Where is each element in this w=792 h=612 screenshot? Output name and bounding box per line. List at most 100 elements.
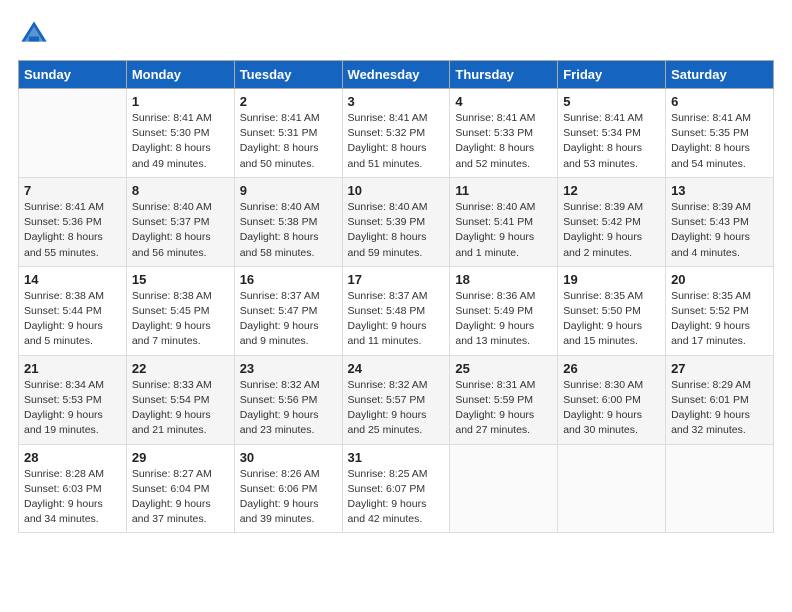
day-cell: 11Sunrise: 8:40 AM Sunset: 5:41 PM Dayli… [450,177,558,266]
col-header-monday: Monday [126,61,234,89]
day-cell: 19 Sunrise: 8:35 AM Sunset: 5:50 PM Dayli… [558,266,666,355]
day-number: 23 [240,361,337,376]
day-info: Sunrise: 8:41 AM Sunset: 5:32 PM Dayligh… [348,111,445,172]
day-number: 3 [348,94,445,109]
day-info: Sunrise: 8:39 AM Sunset: 5:42 PM Dayligh… [563,200,660,261]
day-info: Sunrise: 8:40 AM Sunset: 5:38 PM Dayligh… [240,200,337,261]
day-cell: 3 Sunrise: 8:41 AM Sunset: 5:32 PM Daylig… [342,89,450,178]
page: SundayMondayTuesdayWednesdayThursdayFrid… [0,0,792,612]
day-info: Sunrise: 8:34 AM Sunset: 5:53 PM Dayligh… [24,378,121,439]
day-number: 1 [132,94,229,109]
day-info: Sunrise: 8:35 AM Sunset: 5:50 PM Dayligh… [563,289,660,350]
day-number: 10 [348,183,445,198]
day-info: Sunrise: 8:41 AM Sunset: 5:36 PM Dayligh… [24,200,121,261]
day-cell: 2 Sunrise: 8:41 AM Sunset: 5:31 PM Daylig… [234,89,342,178]
day-info: Sunrise: 8:39 AM Sunset: 5:43 PM Dayligh… [671,200,768,261]
day-number: 21 [24,361,121,376]
day-cell: 20 Sunrise: 8:35 AM Sunset: 5:52 PM Dayli… [666,266,774,355]
day-cell: 18 Sunrise: 8:36 AM Sunset: 5:49 PM Dayli… [450,266,558,355]
day-cell: 28Sunrise: 8:28 AM Sunset: 6:03 PM Dayli… [19,444,127,533]
day-number: 24 [348,361,445,376]
day-info: Sunrise: 8:38 AM Sunset: 5:44 PM Dayligh… [24,289,121,350]
day-number: 16 [240,272,337,287]
day-number: 20 [671,272,768,287]
day-cell: 14 Sunrise: 8:38 AM Sunset: 5:44 PM Dayli… [19,266,127,355]
day-number: 19 [563,272,660,287]
day-cell: 10 Sunrise: 8:40 AM Sunset: 5:39 PM Dayli… [342,177,450,266]
day-cell: 13 Sunrise: 8:39 AM Sunset: 5:43 PM Dayli… [666,177,774,266]
day-cell [558,444,666,533]
day-cell: 17 Sunrise: 8:37 AM Sunset: 5:48 PM Dayli… [342,266,450,355]
logo [18,18,54,50]
col-header-saturday: Saturday [666,61,774,89]
day-number: 5 [563,94,660,109]
day-cell: 23 Sunrise: 8:32 AM Sunset: 5:56 PM Dayli… [234,355,342,444]
day-number: 9 [240,183,337,198]
day-info: Sunrise: 8:37 AM Sunset: 5:47 PM Dayligh… [240,289,337,350]
day-info: Sunrise: 8:41 AM Sunset: 5:35 PM Dayligh… [671,111,768,172]
week-row-4: 21 Sunrise: 8:34 AM Sunset: 5:53 PM Dayli… [19,355,774,444]
header-row: SundayMondayTuesdayWednesdayThursdayFrid… [19,61,774,89]
week-row-5: 28Sunrise: 8:28 AM Sunset: 6:03 PM Dayli… [19,444,774,533]
day-info: Sunrise: 8:40 AM Sunset: 5:39 PM Dayligh… [348,200,445,261]
day-cell: 16 Sunrise: 8:37 AM Sunset: 5:47 PM Dayli… [234,266,342,355]
day-number: 4 [455,94,552,109]
day-cell: 29Sunrise: 8:27 AM Sunset: 6:04 PM Dayli… [126,444,234,533]
day-number: 12 [563,183,660,198]
header [18,18,774,50]
day-cell: 8 Sunrise: 8:40 AM Sunset: 5:37 PM Daylig… [126,177,234,266]
calendar-table: SundayMondayTuesdayWednesdayThursdayFrid… [18,60,774,533]
day-info: Sunrise: 8:28 AM Sunset: 6:03 PM Dayligh… [24,467,121,528]
col-header-friday: Friday [558,61,666,89]
day-cell: 15Sunrise: 8:38 AM Sunset: 5:45 PM Dayli… [126,266,234,355]
day-cell: 31 Sunrise: 8:25 AM Sunset: 6:07 PM Dayli… [342,444,450,533]
day-number: 8 [132,183,229,198]
day-info: Sunrise: 8:26 AM Sunset: 6:06 PM Dayligh… [240,467,337,528]
col-header-wednesday: Wednesday [342,61,450,89]
day-cell: 22 Sunrise: 8:33 AM Sunset: 5:54 PM Dayli… [126,355,234,444]
col-header-sunday: Sunday [19,61,127,89]
day-number: 31 [348,450,445,465]
day-cell: 7 Sunrise: 8:41 AM Sunset: 5:36 PM Daylig… [19,177,127,266]
day-cell: 5Sunrise: 8:41 AM Sunset: 5:34 PM Daylig… [558,89,666,178]
day-info: Sunrise: 8:33 AM Sunset: 5:54 PM Dayligh… [132,378,229,439]
day-info: Sunrise: 8:35 AM Sunset: 5:52 PM Dayligh… [671,289,768,350]
day-info: Sunrise: 8:41 AM Sunset: 5:31 PM Dayligh… [240,111,337,172]
day-cell: 27 Sunrise: 8:29 AM Sunset: 6:01 PM Dayli… [666,355,774,444]
day-info: Sunrise: 8:29 AM Sunset: 6:01 PM Dayligh… [671,378,768,439]
day-info: Sunrise: 8:32 AM Sunset: 5:56 PM Dayligh… [240,378,337,439]
day-cell: 21 Sunrise: 8:34 AM Sunset: 5:53 PM Dayli… [19,355,127,444]
day-info: Sunrise: 8:37 AM Sunset: 5:48 PM Dayligh… [348,289,445,350]
day-number: 22 [132,361,229,376]
day-number: 17 [348,272,445,287]
day-info: Sunrise: 8:25 AM Sunset: 6:07 PM Dayligh… [348,467,445,528]
day-number: 18 [455,272,552,287]
day-info: Sunrise: 8:32 AM Sunset: 5:57 PM Dayligh… [348,378,445,439]
day-number: 26 [563,361,660,376]
day-number: 6 [671,94,768,109]
col-header-tuesday: Tuesday [234,61,342,89]
day-cell: 4 Sunrise: 8:41 AM Sunset: 5:33 PM Daylig… [450,89,558,178]
day-cell: 30 Sunrise: 8:26 AM Sunset: 6:06 PM Dayli… [234,444,342,533]
day-info: Sunrise: 8:36 AM Sunset: 5:49 PM Dayligh… [455,289,552,350]
day-info: Sunrise: 8:41 AM Sunset: 5:33 PM Dayligh… [455,111,552,172]
day-number: 30 [240,450,337,465]
day-number: 7 [24,183,121,198]
day-number: 29 [132,450,229,465]
day-number: 27 [671,361,768,376]
day-info: Sunrise: 8:31 AM Sunset: 5:59 PM Dayligh… [455,378,552,439]
day-info: Sunrise: 8:40 AM Sunset: 5:37 PM Dayligh… [132,200,229,261]
day-cell: 9 Sunrise: 8:40 AM Sunset: 5:38 PM Daylig… [234,177,342,266]
day-cell [450,444,558,533]
day-number: 13 [671,183,768,198]
day-info: Sunrise: 8:38 AM Sunset: 5:45 PM Dayligh… [132,289,229,350]
logo-icon [18,18,50,50]
col-header-thursday: Thursday [450,61,558,89]
day-cell: 6 Sunrise: 8:41 AM Sunset: 5:35 PM Daylig… [666,89,774,178]
day-number: 2 [240,94,337,109]
day-info: Sunrise: 8:40 AM Sunset: 5:41 PM Dayligh… [455,200,552,261]
day-cell [19,89,127,178]
day-number: 14 [24,272,121,287]
day-cell: 25Sunrise: 8:31 AM Sunset: 5:59 PM Dayli… [450,355,558,444]
day-info: Sunrise: 8:41 AM Sunset: 5:30 PM Dayligh… [132,111,229,172]
